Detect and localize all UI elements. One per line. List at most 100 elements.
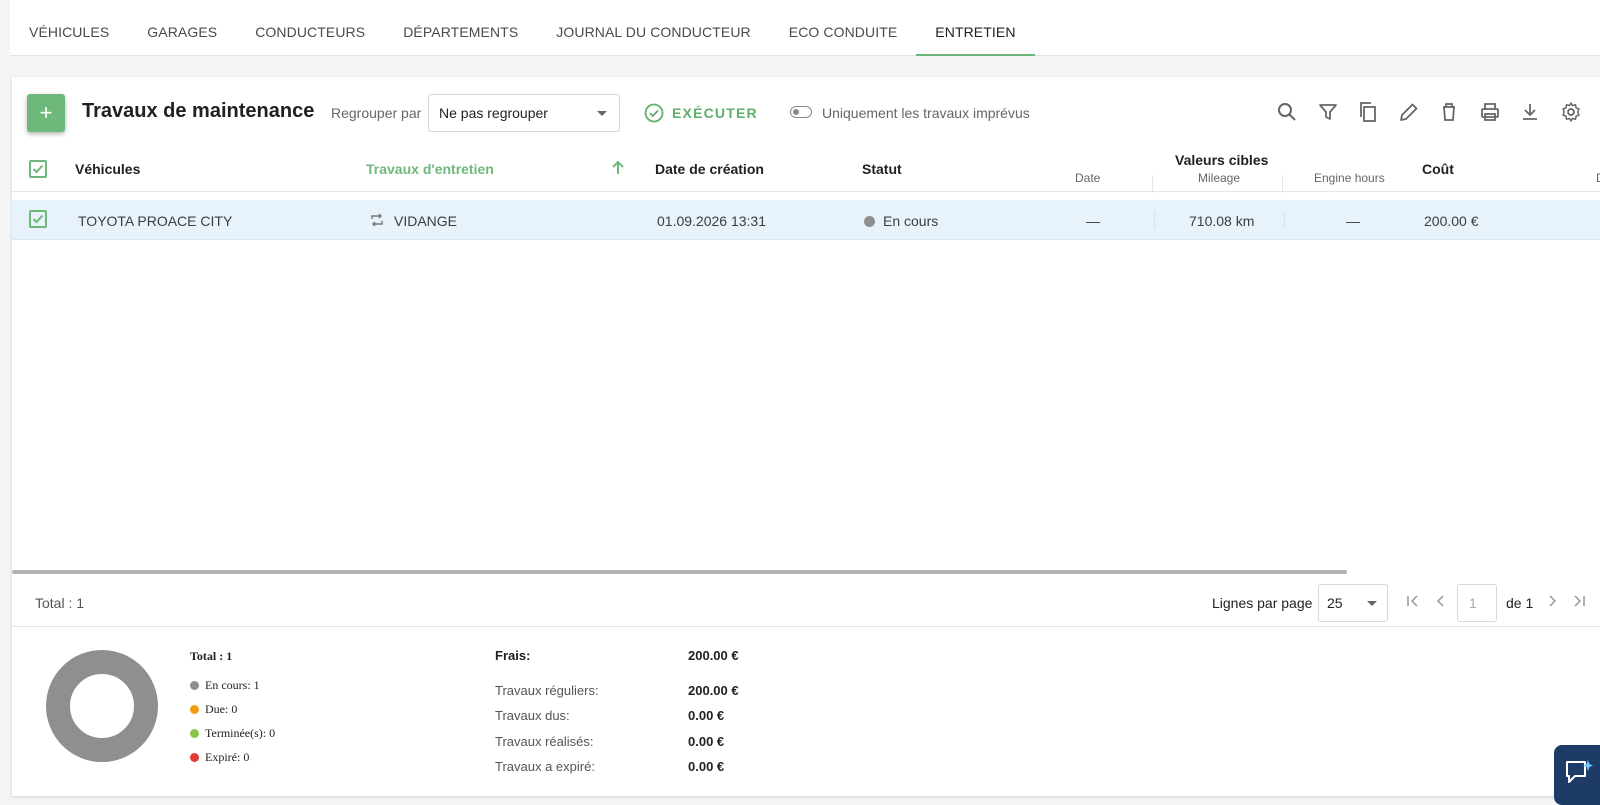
edit-icon[interactable]: [1397, 100, 1421, 124]
cell-mileage: 710.08 km: [1189, 213, 1255, 229]
chat-sparkle-icon: [1566, 760, 1593, 783]
top-tabs: VÉHICULES GARAGES CONDUCTEURS DÉPARTEMEN…: [10, 0, 1600, 56]
repeat-icon: [371, 213, 383, 227]
add-button[interactable]: +: [27, 94, 65, 132]
delete-icon[interactable]: [1437, 100, 1461, 124]
group-by-select[interactable]: Ne pas regrouper: [428, 94, 620, 132]
check-icon: [32, 164, 44, 174]
legend-item-completed: Terminée(s): 0: [190, 726, 275, 741]
col-maintenance[interactable]: Travaux d'entretien: [366, 161, 494, 177]
cost-label-total: Frais:: [495, 648, 531, 663]
cell-created: 01.09.2026 13:31: [657, 213, 766, 229]
cost-label-done: Travaux réalisés:: [495, 734, 594, 749]
header-divider: [1282, 175, 1283, 193]
execute-button[interactable]: EXÉCUTER: [644, 101, 758, 125]
tab-conducteurs[interactable]: CONDUCTEURS: [236, 0, 384, 56]
next-page-icon[interactable]: [1544, 593, 1560, 609]
page-number-input[interactable]: 1: [1457, 584, 1497, 622]
check-icon: [32, 214, 44, 224]
maintenance-panel: + Travaux de maintenance Regrouper par N…: [12, 77, 1600, 796]
group-by-label: Regrouper par: [331, 105, 422, 121]
summary-section: Total : 1 En cours: 1 Due: 0 Terminée(s)…: [12, 628, 1600, 796]
settings-icon[interactable]: [1559, 100, 1583, 124]
download-icon[interactable]: [1518, 100, 1542, 124]
status-label: En cours: [883, 213, 939, 229]
cell-date: —: [1086, 213, 1100, 229]
tab-departements[interactable]: DÉPARTEMENTS: [384, 0, 537, 56]
page-title: Travaux de maintenance: [82, 100, 315, 122]
page-total: de 1: [1506, 595, 1534, 611]
table-header: [12, 147, 1600, 192]
cell-vehicle: TOYOTA PROACE CITY: [78, 213, 233, 229]
legend-dot: [190, 681, 199, 690]
row-checkbox[interactable]: [29, 210, 47, 228]
print-icon[interactable]: [1478, 100, 1502, 124]
cost-label-regular: Travaux réguliers:: [495, 683, 599, 698]
rows-per-page-select[interactable]: 25: [1318, 584, 1388, 622]
legend-item-due: Due: 0: [190, 702, 237, 717]
col-target-engine-hours[interactable]: Engine hours: [1314, 171, 1385, 185]
cell-cost: 200.00 €: [1424, 213, 1479, 229]
cost-value-expired: 0.00 €: [688, 759, 725, 774]
table-row[interactable]: TOYOTA PROACE CITY VIDANGE 01.09.2026 13…: [12, 200, 1600, 240]
legend-label: Terminée(s): 0: [205, 726, 276, 740]
legend-item-in-progress: En cours: 1: [190, 678, 260, 693]
col-cut-off[interactable]: D: [1596, 171, 1600, 185]
rows-per-page-label: Lignes par page: [1212, 595, 1313, 611]
chat-assistant-button[interactable]: [1554, 745, 1600, 805]
group-by-value: Ne pas regrouper: [439, 105, 548, 121]
filter-icon[interactable]: [1316, 100, 1340, 124]
unplanned-toggle[interactable]: [790, 106, 812, 118]
legend-item-expired: Expiré: 0: [190, 750, 249, 765]
chevron-down-icon: [597, 111, 607, 116]
header-divider: [1152, 175, 1153, 193]
legend-label: Due: 0: [205, 702, 238, 716]
rows-per-page-value: 25: [1327, 595, 1343, 611]
sort-ascending-icon[interactable]: [610, 160, 626, 176]
status-dot: [864, 216, 875, 227]
col-vehicles[interactable]: Véhicules: [75, 161, 140, 177]
cost-value-total: 200.00 €: [688, 648, 739, 663]
cell-maintenance: VIDANGE: [394, 213, 458, 229]
status-donut-chart: [46, 650, 158, 762]
row-divider: [1284, 211, 1285, 229]
tab-eco-conduite[interactable]: ECO CONDUITE: [770, 0, 917, 56]
cost-label-expired: Travaux a expiré:: [495, 759, 595, 774]
cost-value-regular: 200.00 €: [688, 683, 739, 698]
tab-vehicules[interactable]: VÉHICULES: [10, 0, 128, 56]
previous-page-icon[interactable]: [1433, 593, 1449, 609]
tab-entretien[interactable]: ENTRETIEN: [916, 0, 1035, 56]
cost-label-due: Travaux dus:: [495, 708, 570, 723]
cost-value-done: 0.00 €: [688, 734, 725, 749]
copy-icon[interactable]: [1356, 100, 1380, 124]
table-footer: Total : 1 Lignes par page 25 1 de 1: [12, 574, 1600, 627]
tab-garages[interactable]: GARAGES: [128, 0, 236, 56]
col-target-values: Valeurs cibles: [1175, 152, 1269, 168]
unplanned-toggle-label: Uniquement les travaux imprévus: [822, 105, 1030, 121]
cell-engine-hours: —: [1346, 213, 1360, 229]
legend-dot: [190, 705, 199, 714]
toolbar-icons: [1275, 100, 1583, 124]
check-circle-icon: [644, 103, 664, 123]
execute-label: EXÉCUTER: [672, 105, 758, 121]
select-all-checkbox[interactable]: [29, 160, 47, 178]
legend-dot: [190, 729, 199, 738]
col-status[interactable]: Statut: [862, 161, 902, 177]
chevron-down-icon: [1367, 601, 1377, 606]
total-count: Total : 1: [35, 595, 85, 611]
cell-status: En cours: [864, 213, 938, 229]
first-page-icon[interactable]: [1405, 593, 1421, 609]
tab-journal-conducteur[interactable]: JOURNAL DU CONDUCTEUR: [537, 0, 769, 56]
legend-total: Total : 1: [190, 649, 233, 663]
row-divider: [1154, 211, 1155, 229]
col-target-mileage[interactable]: Mileage: [1198, 171, 1240, 185]
search-icon[interactable]: [1275, 100, 1299, 124]
legend-label: Expiré: 0: [205, 750, 250, 764]
col-created[interactable]: Date de création: [655, 161, 764, 177]
legend-dot: [190, 753, 199, 762]
col-target-date[interactable]: Date: [1075, 171, 1100, 185]
legend-label: En cours: 1: [205, 678, 260, 692]
last-page-icon[interactable]: [1571, 593, 1587, 609]
col-cost[interactable]: Coût: [1422, 161, 1454, 177]
toolbar: + Travaux de maintenance Regrouper par N…: [12, 77, 1600, 149]
